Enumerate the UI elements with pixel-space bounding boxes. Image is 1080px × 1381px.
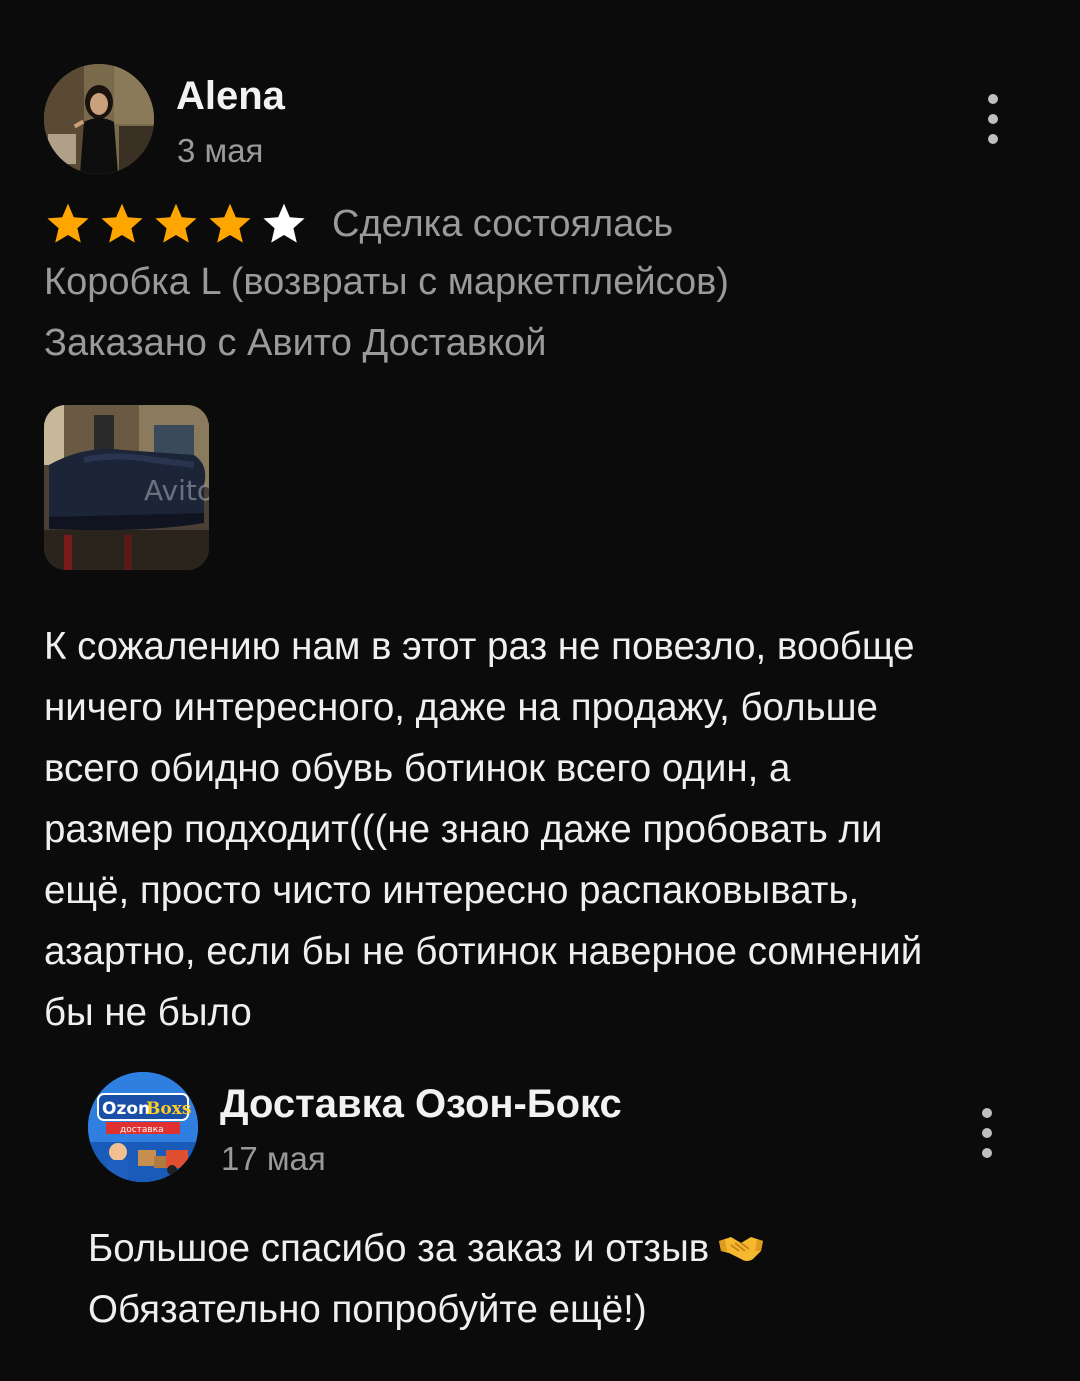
rating-row: Сделка состоялась [44,198,673,250]
photo-watermark: Avito [144,474,209,507]
more-vertical-icon [988,94,998,104]
review-text-line: бы не было [44,991,252,1034]
delivery-info: Заказано с Авито Доставкой [44,322,547,364]
review-photo[interactable]: Avito [44,405,209,570]
review-text-line: ещё, просто чисто интересно распаковыват… [44,869,860,912]
seller-logo-ribbon: доставка [120,1125,164,1135]
handshake-icon [719,1237,764,1261]
review-text-line: всего обидно обувь ботинок всего один, а [44,747,791,790]
review-date: 3 мая [177,132,264,169]
review-text-line: размер подходит(((не знаю даже пробовать… [44,808,883,851]
star-rating [44,200,314,248]
star-filled-icon [47,203,89,243]
reply-date: 17 мая [221,1140,326,1177]
star-empty-icon [263,203,305,243]
seller-name[interactable]: Доставка Озон-Бокс [220,1082,622,1127]
star-filled-icon [101,203,143,243]
seller-logo-word1: Ozon [102,1099,150,1119]
star-filled-icon [155,203,197,243]
reply-text-line: Большое спасибо за заказ и отзыв [88,1218,1038,1279]
author-name[interactable]: Alena [176,74,285,119]
star-filled-icon [209,203,251,243]
product-name[interactable]: Коробка L (возвраты с маркетплейсов) [44,261,729,304]
seller-logo-word2: Boxs [146,1099,191,1119]
more-vertical-icon [982,1108,992,1118]
reply-text: Большое спасибо за заказ и отзыв Обязате… [88,1218,1038,1340]
review-card: Alena 3 мая Сделка состоялась Коробка L … [44,64,1036,1034]
review-header: Alena 3 мая [44,64,1036,176]
review-text-line: азартно, если бы не ботинок наверное сом… [44,930,923,973]
reply-more-options-button[interactable] [972,1108,1002,1158]
review-text-line: ничего интересного, даже на продажу, бол… [44,686,878,729]
author-avatar[interactable] [44,64,154,174]
more-options-button[interactable] [978,94,1008,144]
seller-avatar[interactable]: Ozon Boxs доставка [88,1072,198,1182]
review-text-line: К сожалению нам в этот раз не повезло, в… [44,625,915,668]
reply-text-line: Обязательно попробуйте ещё!) [88,1288,647,1331]
review-text: К сожалению нам в этот раз не повезло, в… [44,616,1044,1043]
deal-status: Сделка состоялась [332,202,674,245]
